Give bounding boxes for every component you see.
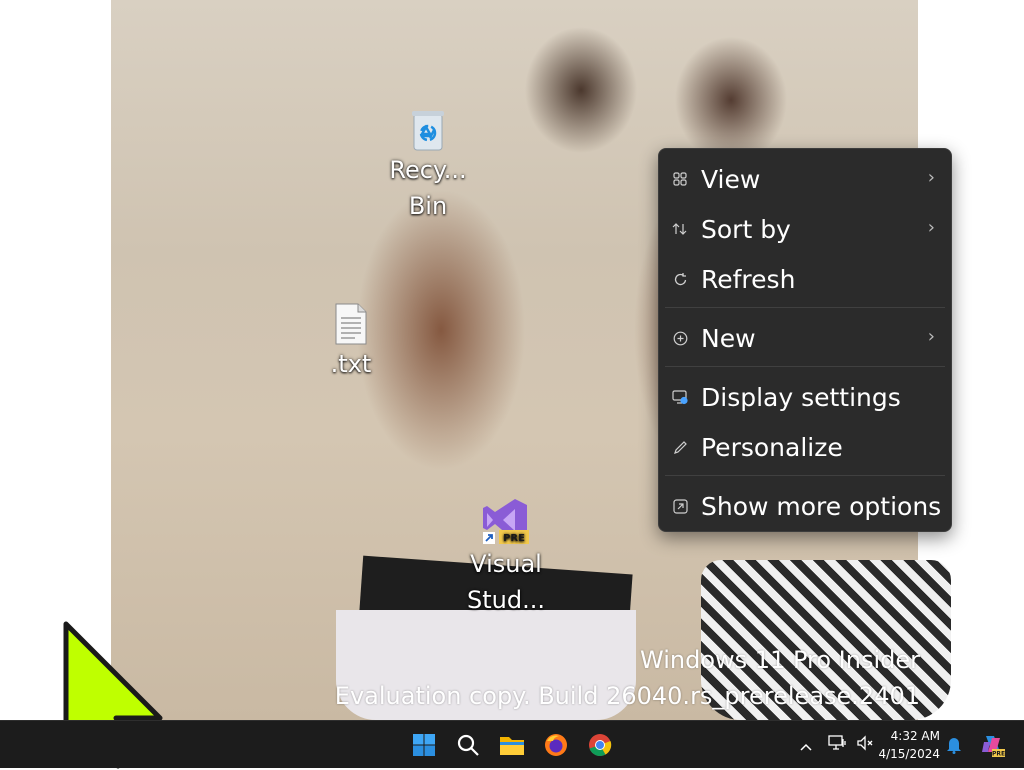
menu-item-label: Show more options [701,491,942,521]
desktop-icon-label: Stud... [467,586,545,614]
evaluation-watermark-line2: Evaluation copy. Build 26040.rs_prerelea… [334,682,920,710]
menu-item-label: Personalize [701,432,843,462]
menu-item-label: New [701,323,756,353]
menu-item-label: Refresh [701,264,796,294]
evaluation-watermark-line1: Windows 11 Pro Insider [640,646,920,674]
pre-badge-text: PRE [503,533,525,544]
bell-icon [947,738,961,754]
copilot-pre-badge: PRE [992,751,1005,758]
desktop-icon-label: Visual [470,550,542,578]
menu-item-show-more-options[interactable]: Show more options [659,481,951,531]
menu-item-display-settings[interactable]: Display settings [659,372,951,422]
clock-time: 4:32 AM [890,729,940,743]
chevron-right-icon: › [927,326,935,347]
menu-item-sort-by[interactable]: Sort by › [659,204,951,254]
menu-item-refresh[interactable]: Refresh [659,254,951,304]
chrome-button[interactable] [584,729,616,761]
search-button[interactable] [452,729,484,761]
desktop-context-menu: View › Sort by › Refresh New › Display s… [658,148,952,532]
clock-date: 4/15/2024 [878,747,940,761]
menu-separator [665,307,945,308]
grid-icon [659,172,701,186]
copilot-icon: PRE [982,736,1005,758]
visual-studio-icon: PRE [483,499,529,544]
desktop-icon-visual-studio[interactable]: PRE Visual Stud... [461,496,551,618]
menu-separator [665,366,945,367]
network-icon[interactable] [823,735,851,755]
pen-icon [659,440,701,455]
desktop-icon-label: Recy... [389,156,467,184]
menu-item-label: View [701,164,761,194]
expand-icon [659,498,701,514]
start-button[interactable] [408,729,440,761]
start-icon [413,734,435,756]
menu-item-label: Sort by [701,214,791,244]
search-icon [457,734,479,756]
clock[interactable]: 4:32 AM 4/15/2024 [878,727,940,763]
text-file-icon [335,303,367,345]
desktop-icon-recycle-bin[interactable]: Recy... Bin [383,108,473,224]
desktop-icon-label: Bin [408,192,448,220]
show-hidden-icons-chevron-icon[interactable] [795,736,817,755]
display-icon [659,389,701,405]
system-tray [795,721,879,769]
chevron-right-icon: › [927,217,935,238]
notifications-button[interactable] [946,721,962,769]
menu-separator [665,475,945,476]
plus-circle-icon [659,331,701,346]
menu-item-label: Display settings [701,382,901,412]
sort-icon [659,222,701,236]
refresh-icon [659,272,701,287]
chevron-right-icon: › [927,167,935,188]
firefox-button[interactable] [540,729,572,761]
menu-item-personalize[interactable]: Personalize [659,422,951,472]
taskbar: 4:32 AM 4/15/2024 PRE [0,720,1024,768]
recycle-bin-icon [412,111,444,151]
file-explorer-button[interactable] [496,729,528,761]
copilot-button[interactable]: PRE [980,721,1006,769]
desktop-icon-label: .txt [330,350,372,378]
volume-muted-icon[interactable] [851,735,879,755]
firefox-icon [545,734,567,756]
file-explorer-icon [500,737,524,755]
menu-item-view[interactable]: View › [659,154,951,204]
desktop-icon-txt-file[interactable]: .txt [306,302,396,382]
chrome-icon [589,734,612,757]
menu-item-new[interactable]: New › [659,313,951,363]
